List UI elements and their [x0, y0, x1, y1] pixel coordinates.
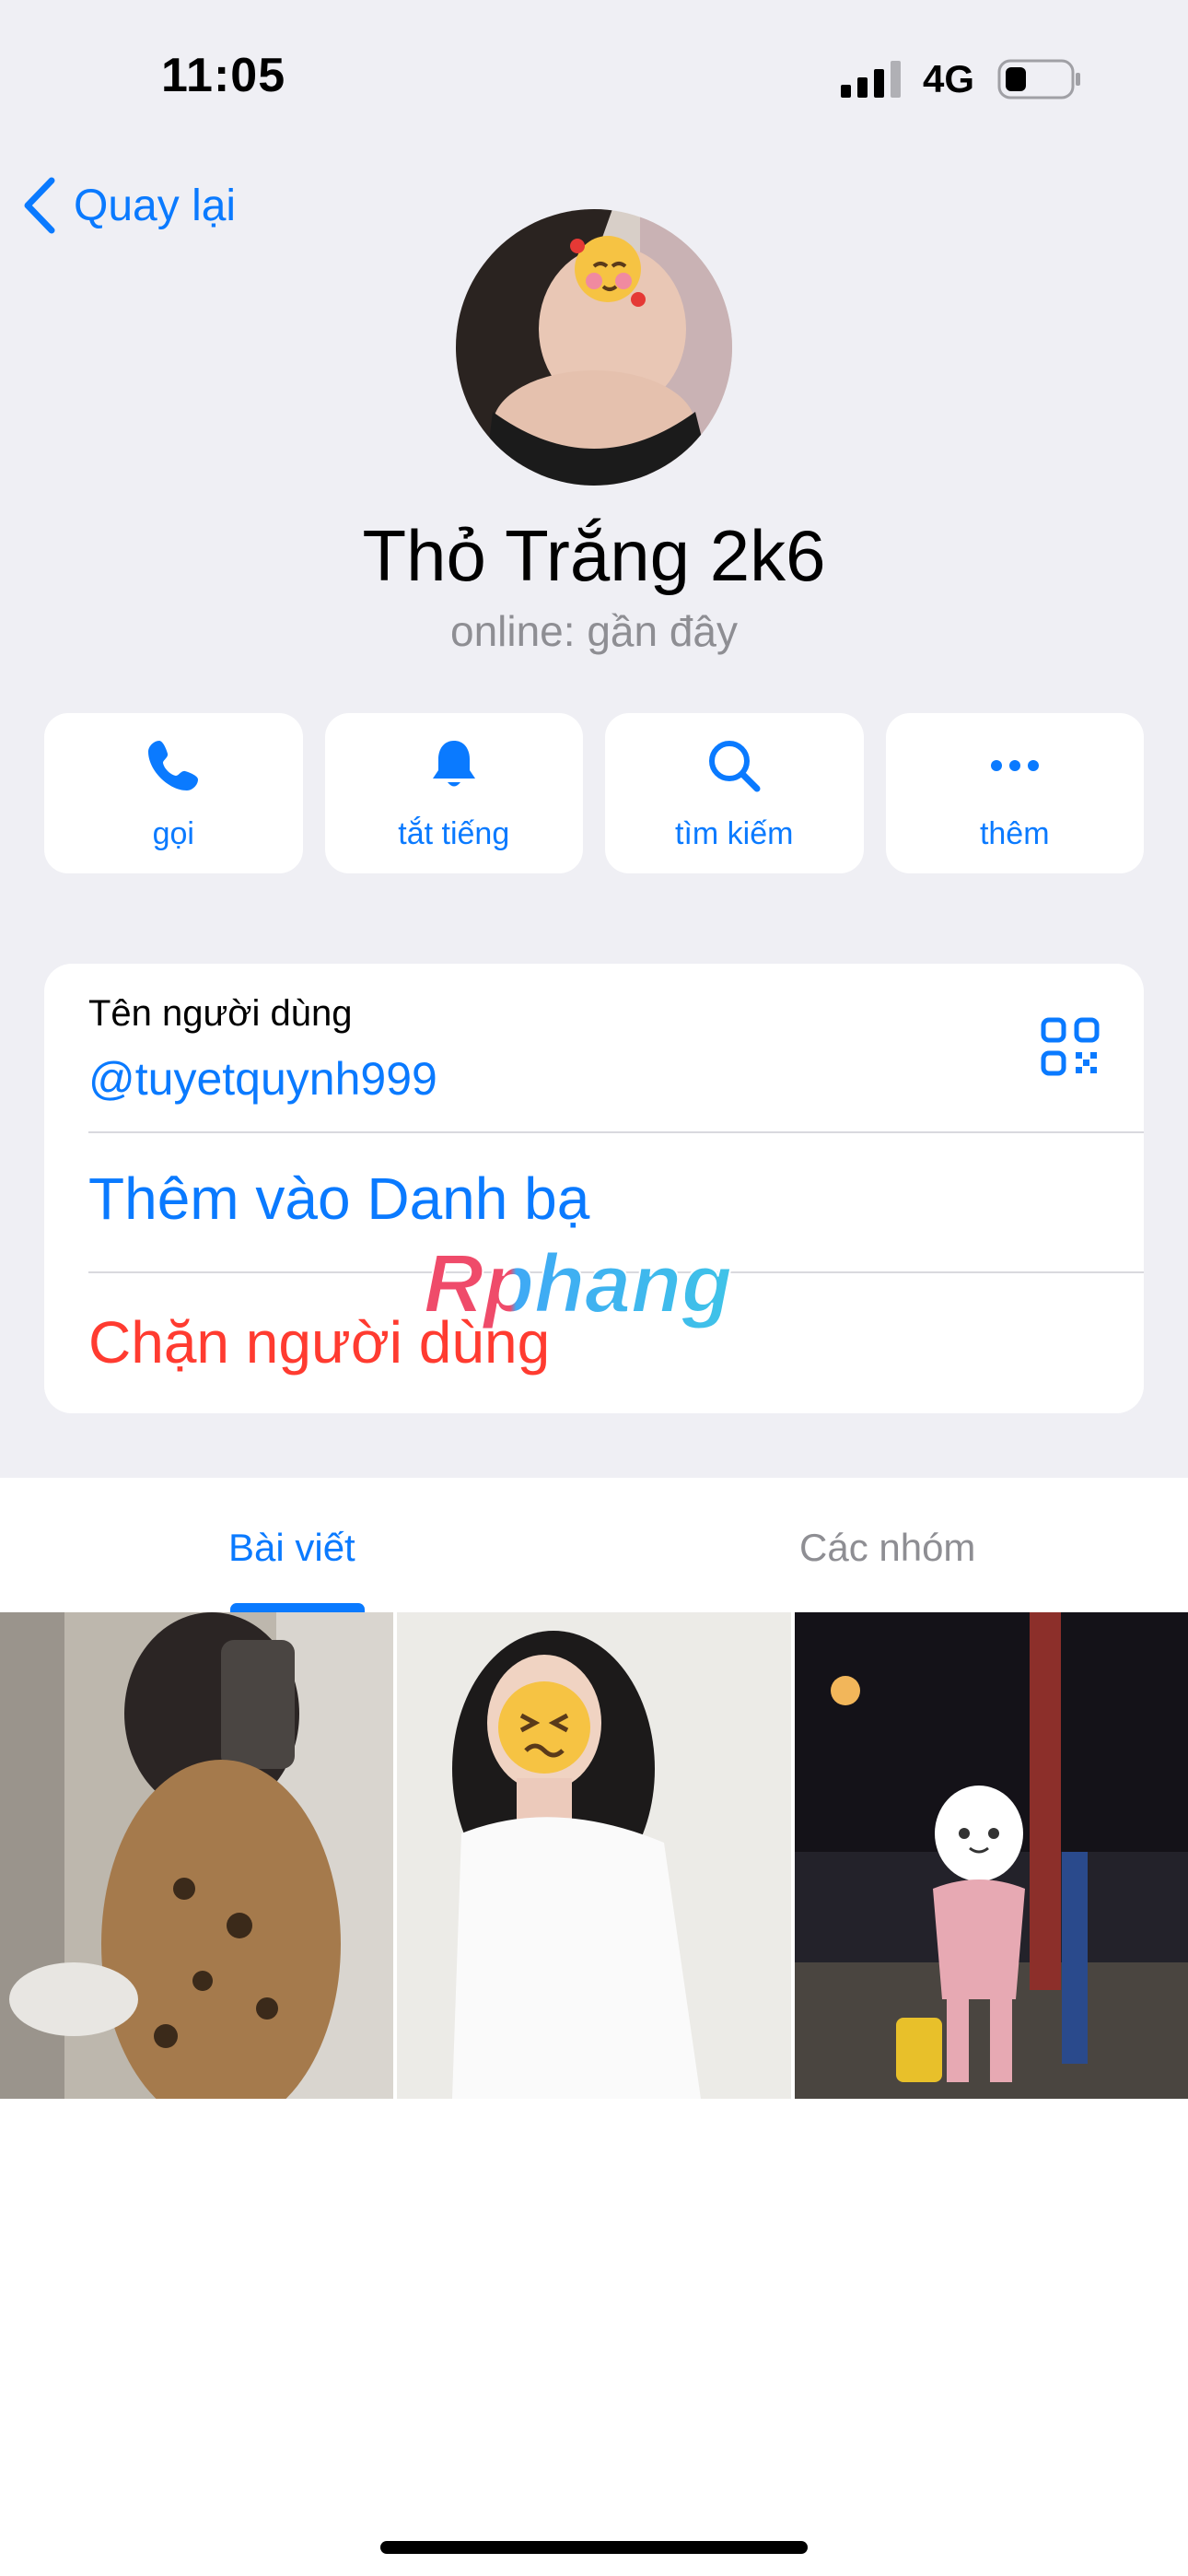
tab-posts[interactable]: Bài viết: [228, 1526, 355, 1570]
divider: [88, 1131, 1144, 1133]
chevron-left-icon: [24, 177, 55, 234]
media-thumbnail[interactable]: [794, 1612, 1188, 2099]
svg-text:Rphang: Rphang: [424, 1238, 732, 1330]
presence-status: online: gần đây: [449, 607, 739, 655]
network-type: 4G: [923, 57, 975, 100]
back-label: Quay lại: [74, 181, 237, 230]
qr-code-icon[interactable]: [1041, 1017, 1100, 1076]
status-time: 11:05: [161, 49, 286, 102]
avatar[interactable]: [456, 209, 732, 486]
add-to-contacts-button[interactable]: Thêm vào Danh bạ: [88, 1165, 589, 1233]
mute-button[interactable]: tắt tiếng: [324, 713, 583, 873]
more-button[interactable]: thêm: [885, 713, 1144, 873]
search-label: tìm kiếm: [675, 815, 794, 851]
media-section: Bài viết Các nhóm: [0, 1478, 1188, 2576]
username-label: Tên người dùng: [88, 993, 353, 1034]
status-bar: 11:05 4G: [0, 0, 1188, 138]
bell-icon: [432, 740, 475, 786]
avatar-image: [456, 209, 732, 486]
more-label: thêm: [979, 815, 1050, 851]
profile-name: Thỏ Trắng 2k6: [362, 515, 826, 596]
photo-image: [0, 1612, 394, 2099]
home-indicator: [380, 2541, 808, 2554]
photo-image: [794, 1612, 1188, 2099]
media-grid: [0, 1612, 1188, 2099]
back-button[interactable]: Quay lại: [20, 175, 236, 236]
cellular-signal-icon: [841, 61, 901, 98]
info-card: Tên người dùng @tuyetquynh999 Thêm vào D…: [44, 964, 1144, 1413]
media-thumbnail[interactable]: [0, 1612, 394, 2099]
tab-groups[interactable]: Các nhóm: [799, 1526, 975, 1570]
photo-image: [397, 1612, 791, 2099]
call-label: gọi: [152, 815, 194, 851]
call-button[interactable]: gọi: [44, 713, 303, 873]
phone-icon: [148, 740, 199, 790]
battery-icon: [997, 59, 1080, 100]
watermark-logo: Rphang: [423, 1237, 733, 1331]
media-thumbnail[interactable]: [397, 1612, 791, 2099]
more-icon: [990, 759, 1039, 771]
search-button[interactable]: tìm kiếm: [605, 713, 864, 873]
mute-label: tắt tiếng: [398, 815, 510, 851]
action-bar: gọi tắt tiếng tìm kiếm thêm: [44, 713, 1144, 873]
username-link[interactable]: @tuyetquynh999: [88, 1052, 437, 1106]
search-icon: [709, 740, 761, 791]
